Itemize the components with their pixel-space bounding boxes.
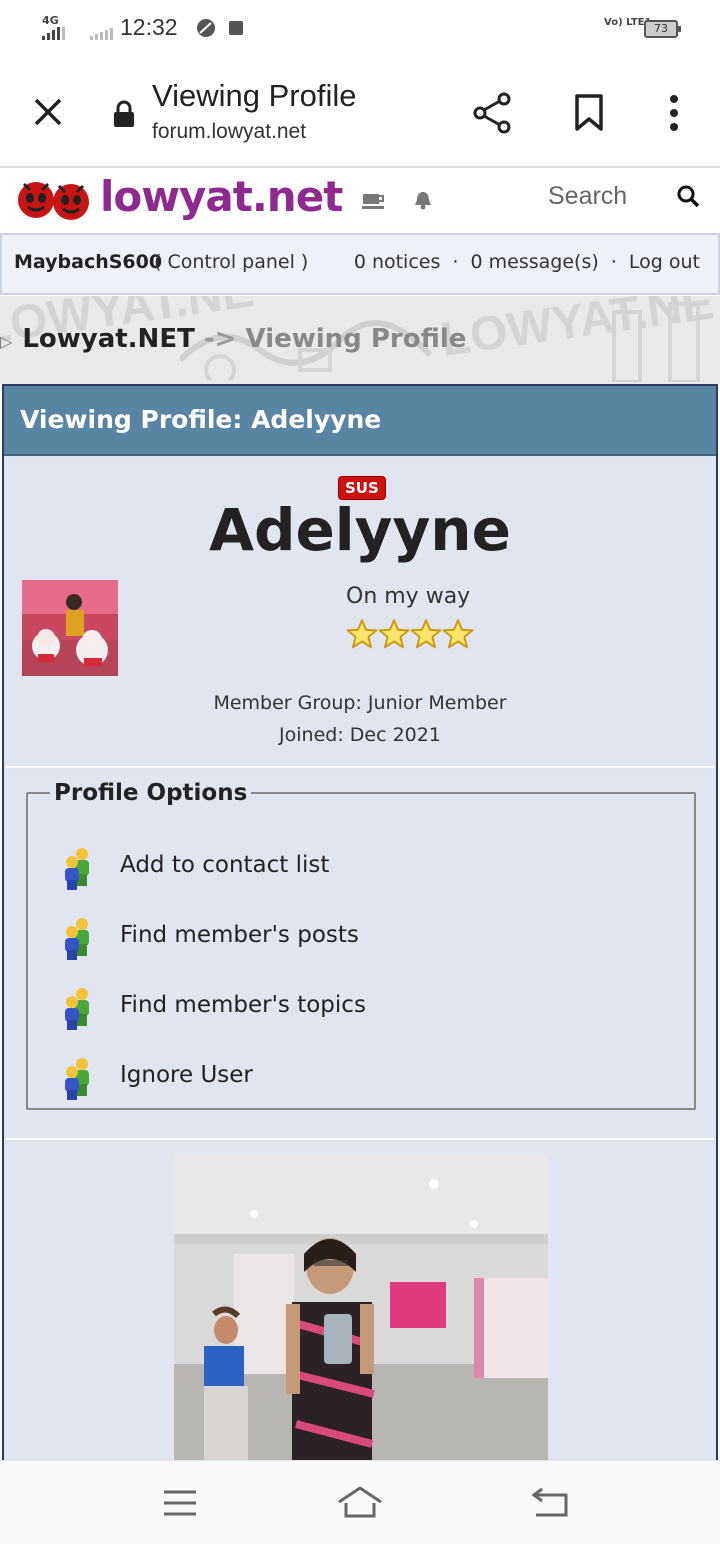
option-ignore-user[interactable]: Ignore User: [60, 1056, 660, 1100]
lowyat-mascot-logo[interactable]: [16, 174, 94, 226]
profile-options: Profile Options Add to contact list Find…: [26, 780, 696, 1110]
people-icon: [60, 916, 96, 960]
notices-link[interactable]: 0 notices: [354, 251, 441, 273]
member-group: Member Group: Junior Member: [213, 692, 507, 714]
site-header: lowyat.net Search: [0, 170, 720, 232]
profile-photo[interactable]: [174, 1154, 548, 1474]
star-icon: [346, 619, 378, 649]
signal-2-icon: [90, 28, 113, 40]
bell-icon[interactable]: [414, 190, 432, 210]
control-panel-link[interactable]: ( Control panel ): [154, 251, 308, 273]
profile-summary: SUS Adelyyne On my way Member Group: Jun…: [6, 458, 714, 768]
option-label[interactable]: Add to contact list: [120, 852, 329, 878]
home-icon[interactable]: [336, 1485, 384, 1519]
rating-stars: [346, 619, 474, 649]
battery-level: 73: [654, 22, 668, 35]
option-label[interactable]: Find member's posts: [120, 922, 359, 948]
option-find-posts[interactable]: Find member's posts: [60, 916, 660, 960]
menu-icon[interactable]: [162, 1489, 198, 1517]
page-url[interactable]: forum.lowyat.net: [152, 120, 306, 144]
username-link[interactable]: MaybachS600: [14, 251, 162, 273]
back-icon[interactable]: [530, 1487, 570, 1519]
people-icon: [60, 986, 96, 1030]
option-label[interactable]: Find member's topics: [120, 992, 366, 1018]
search-input[interactable]: Search: [548, 182, 627, 211]
people-icon: [60, 846, 96, 890]
signal-icon: [42, 27, 65, 40]
joined-date: Joined: Dec 2021: [279, 724, 441, 746]
more-menu-icon[interactable]: [666, 94, 682, 132]
breadcrumb-home-link[interactable]: Lowyat.NET: [22, 324, 195, 354]
people-icon: [60, 1056, 96, 1100]
logout-link[interactable]: Log out: [629, 251, 700, 273]
page-title: Viewing Profile: [152, 78, 357, 113]
banner-tower-doodle: [612, 302, 700, 382]
option-find-topics[interactable]: Find member's topics: [60, 986, 660, 1030]
close-icon[interactable]: [32, 96, 64, 128]
coffee-icon[interactable]: [362, 192, 386, 210]
breadcrumb-separator: ->: [203, 324, 237, 354]
profile-options-section: Profile Options Add to contact list Find…: [6, 770, 714, 1140]
status-bar: 4G 12:32 Vo) LTE1 73: [0, 0, 720, 56]
profile-photo-section: [6, 1142, 714, 1482]
breadcrumb-current: Viewing Profile: [245, 324, 467, 354]
star-icon: [410, 619, 442, 649]
notification-square-icon: [229, 21, 243, 35]
share-icon[interactable]: [472, 92, 512, 134]
option-label[interactable]: Ignore User: [120, 1062, 253, 1088]
breadcrumb-banner: LOWYAT.NE LOWYAT.NE ▷ Lowyat.NET -> Viewi…: [0, 296, 720, 384]
member-motto: On my way: [346, 584, 471, 609]
battery-icon: 73: [644, 20, 681, 38]
site-logo-text[interactable]: lowyat.net: [100, 172, 343, 221]
breadcrumb: ▷ Lowyat.NET -> Viewing Profile: [0, 324, 466, 354]
separator: ·: [452, 251, 459, 273]
search-icon[interactable]: [676, 184, 700, 208]
avatar[interactable]: [22, 580, 118, 676]
system-nav-bar: [0, 1460, 720, 1544]
profile-panel: Viewing Profile: Adelyyne SUS Adelyyne O…: [2, 384, 718, 1484]
browser-toolbar: Viewing Profile forum.lowyat.net: [0, 56, 720, 168]
star-icon: [378, 619, 410, 649]
profile-heading: Viewing Profile: Adelyyne: [4, 386, 716, 456]
profile-name: Adelyyne: [209, 496, 511, 564]
messages-link[interactable]: 0 message(s): [471, 251, 599, 273]
star-icon: [442, 619, 474, 649]
leaf-icon: [197, 19, 215, 37]
separator: ·: [610, 251, 617, 273]
option-add-contact[interactable]: Add to contact list: [60, 846, 660, 890]
user-bar: MaybachS600 ( Control panel ) 0 notices …: [0, 233, 720, 295]
profile-options-legend: Profile Options: [54, 780, 248, 806]
bookmark-icon[interactable]: [574, 94, 604, 132]
clock: 12:32: [120, 14, 178, 40]
lock-icon: [114, 100, 134, 127]
breadcrumb-arrow-icon: ▷: [0, 332, 13, 351]
user-bar-actions: 0 notices · 0 message(s) · Log out: [354, 251, 700, 273]
